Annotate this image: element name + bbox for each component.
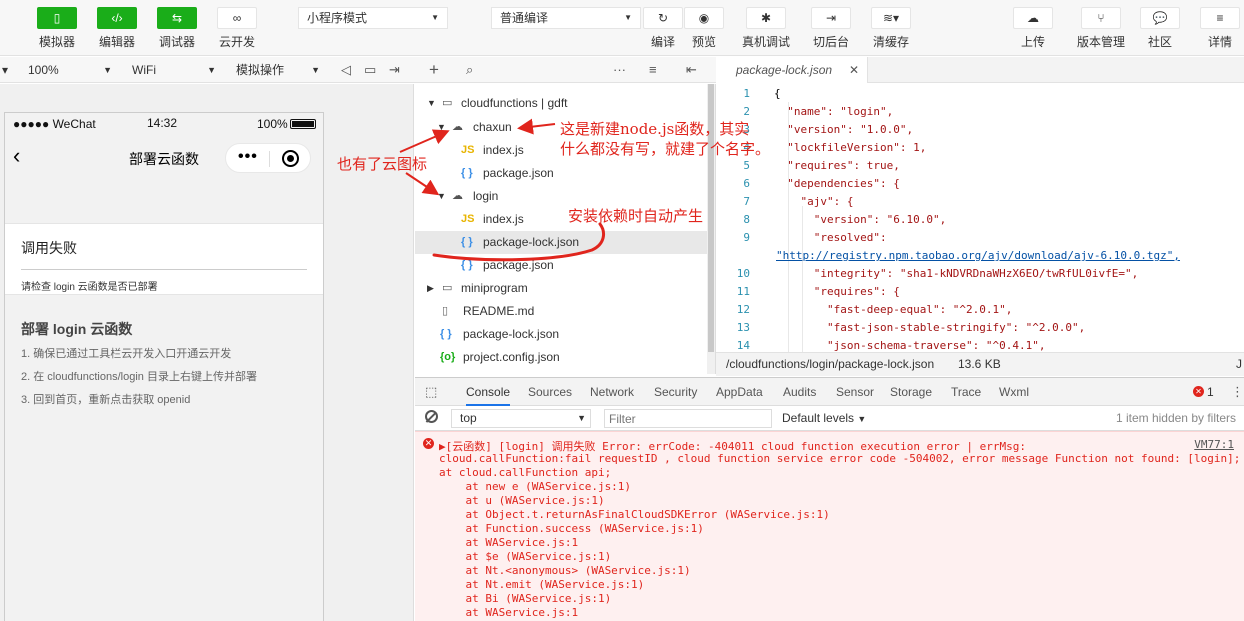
annotation-underline [432,222,606,262]
annotation-cloud-icon: 也有了云图标 [337,155,428,173]
annotation-new-function: 这是新建node.js函数，其实 [560,120,750,138]
annotation-auto-generated: 安装依赖时自动产生 [568,207,704,225]
annotation-arrow [517,118,556,135]
annotation-arrow [399,129,450,153]
annotation-overlay [399,118,606,262]
annotation-arrow [405,172,440,196]
annotation-new-function-2: 什么都没有写，就建了个名字。 [560,140,771,158]
